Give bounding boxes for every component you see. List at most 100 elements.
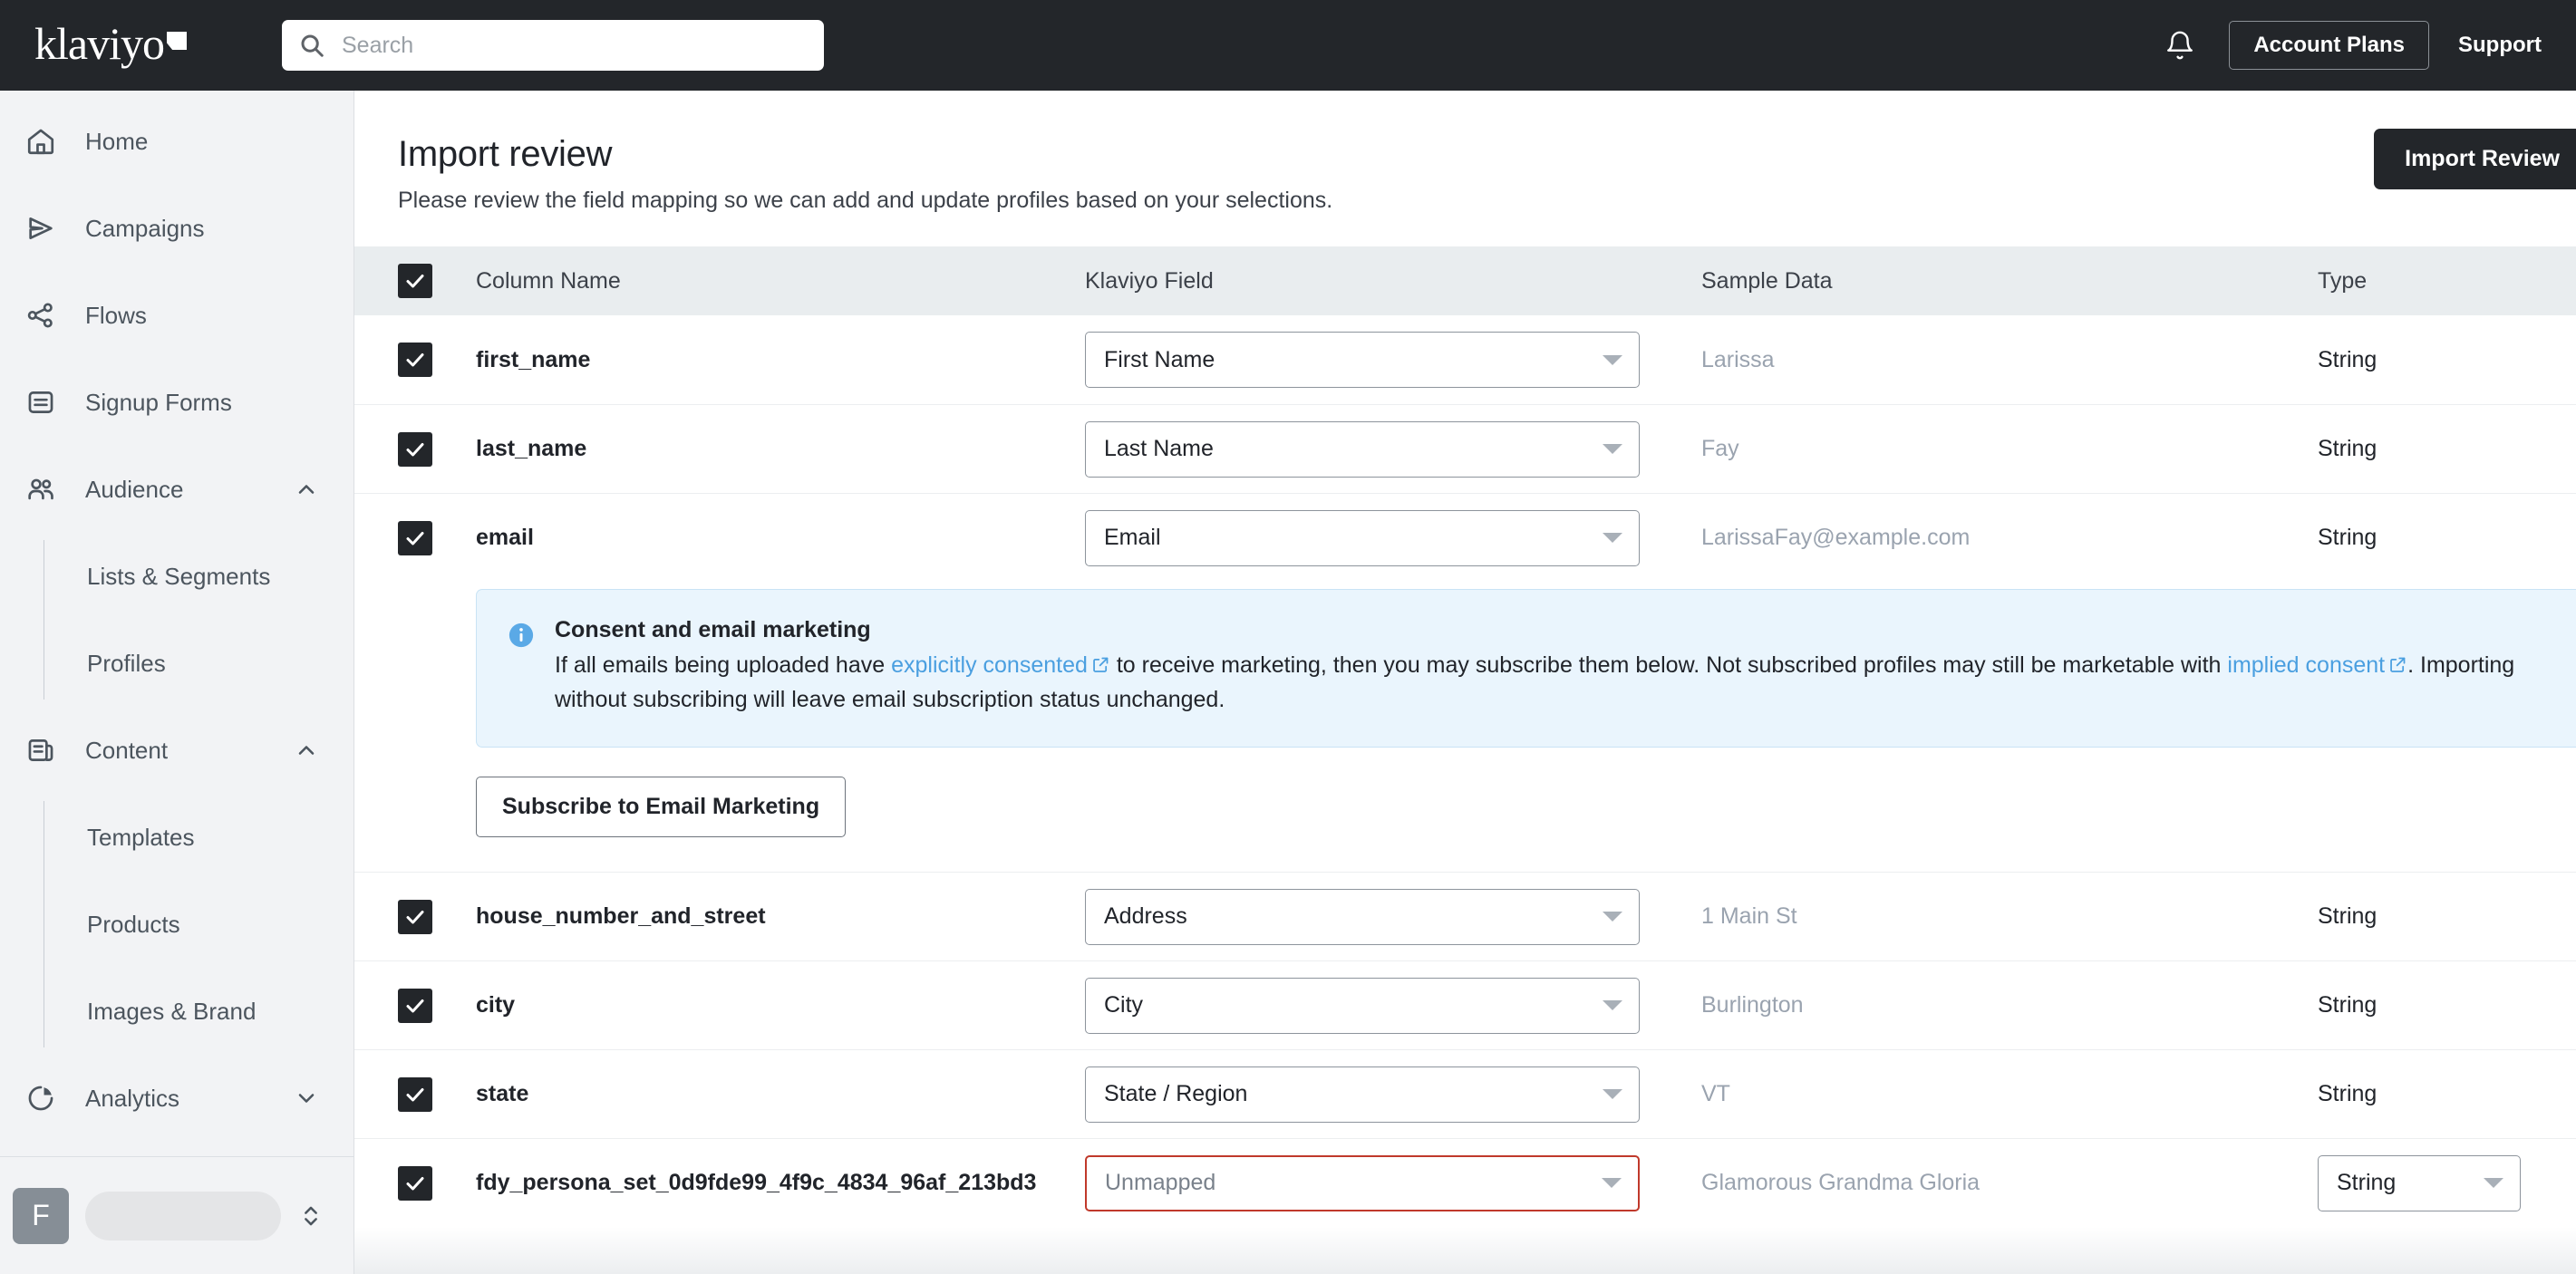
column-header-sample-data[interactable]: Sample Data [1701,268,2318,294]
external-link-icon[interactable] [1091,651,1110,684]
row-sample-data: LarissaFay@example.com [1701,525,1971,550]
row-checkbox-cell [398,431,476,467]
account-switcher[interactable]: F [0,1156,353,1274]
support-link[interactable]: Support [2458,33,2542,58]
home-icon [25,126,67,157]
row-klaviyo-field-cell: Unmapped [1085,1154,1701,1211]
sidebar-nav: Home Campaigns Flows Signup Forms Audien… [0,91,353,1156]
row-column-name: house_number_and_street [476,903,766,929]
row-checkbox[interactable] [398,899,432,934]
pie-chart-icon [25,1083,67,1114]
row-checkbox[interactable] [398,431,432,467]
klaviyo-field-select[interactable]: Last Name [1085,420,1640,478]
row-checkbox[interactable] [398,988,432,1023]
consent-banner-text: If all emails being uploaded have explic… [555,650,2531,716]
sidebar-item-images-brand[interactable]: Images & Brand [0,968,353,1055]
sidebar-item-label: Home [85,127,149,155]
sidebar-item-analytics[interactable]: Analytics [0,1055,353,1142]
table-row: fdy_persona_set_0d9fde99_4f9c_4834_96af_… [354,1138,2576,1227]
row-klaviyo-field-cell: First Name [1085,332,1701,388]
page-header: Import review Please review the field ma… [354,91,2576,214]
chevron-up-icon[interactable] [294,738,319,763]
row-column-name: state [476,1081,529,1106]
sidebar-item-lists-segments[interactable]: Lists & Segments [0,533,353,620]
row-sample-data: Larissa [1701,346,1775,372]
import-review-button[interactable]: Import Review [2374,129,2576,189]
klaviyo-field-value: Email [1104,525,1161,550]
sidebar-item-content[interactable]: Content [0,707,353,794]
klaviyo-field-value: Last Name [1104,436,1214,461]
sidebar-item-campaigns[interactable]: Campaigns [0,185,353,272]
sidebar-item-flows[interactable]: Flows [0,272,353,359]
consent-banner-title: Consent and email marketing [555,617,871,642]
row-type: String [2318,346,2377,372]
row-type: String [2318,525,2377,550]
sidebar-subitem-label: Images & Brand [87,997,257,1025]
sidebar-item-home[interactable]: Home [0,98,353,185]
row-sample-data: 1 Main St [1701,903,1797,929]
account-plans-button[interactable]: Account Plans [2229,21,2430,70]
chevron-down-icon [1603,1089,1622,1099]
row-checkbox[interactable] [398,1165,432,1201]
column-header-type[interactable]: Type [2318,268,2576,294]
row-checkbox-cell [398,1165,476,1201]
chevron-down-icon[interactable] [294,1086,319,1111]
content-icon [25,735,67,766]
row-column-name: first_name [476,346,591,372]
consent-text-1: If all emails being uploaded have [555,652,892,678]
account-name-placeholder [85,1191,281,1240]
sidebar: Home Campaigns Flows Signup Forms Audien… [0,91,354,1274]
sidebar-item-profiles[interactable]: Profiles [0,620,353,707]
account-switcher-chevron-icon[interactable] [297,1201,324,1231]
notifications-bell-icon[interactable] [2160,25,2200,65]
row-sample-data: VT [1701,1081,1730,1106]
row-sample-data: Glamorous Grandma Gloria [1701,1170,1980,1195]
klaviyo-field-select[interactable]: City [1085,977,1640,1034]
row-column-name: email [476,525,534,550]
klaviyo-logo[interactable]: klaviyo [20,18,230,69]
search-bar[interactable] [282,20,824,71]
form-icon [25,387,67,418]
logo-text: klaviyo [34,18,165,69]
explicitly-consented-link[interactable]: explicitly consented [891,652,1088,678]
sidebar-item-signup-forms[interactable]: Signup Forms [0,359,353,446]
row-checkbox[interactable] [398,343,432,377]
sidebar-subnav-audience: Lists & Segments Profiles [0,533,353,707]
row-column-name: city [476,992,516,1018]
type-select[interactable]: String [2318,1154,2521,1211]
sidebar-item-label: Analytics [85,1084,180,1112]
sidebar-item-label: Content [85,736,169,764]
row-type: String [2318,1081,2377,1106]
row-checkbox[interactable] [398,1076,432,1112]
select-all-checkbox[interactable] [398,264,432,298]
klaviyo-field-select[interactable]: First Name [1085,332,1640,388]
consent-banner: Consent and email marketing If all email… [476,589,2576,748]
sidebar-subitem-label: Profiles [87,649,166,677]
row-type: String [2318,992,2377,1018]
sidebar-item-products[interactable]: Products [0,881,353,968]
external-link-icon[interactable] [2388,651,2407,684]
sidebar-item-templates[interactable]: Templates [0,794,353,881]
row-checkbox[interactable] [398,520,432,555]
implied-consent-link[interactable]: implied consent [2227,652,2385,678]
sidebar-item-label: Campaigns [85,214,205,242]
chevron-up-icon[interactable] [294,477,319,502]
column-header-column-name[interactable]: Column Name [476,268,1085,294]
sidebar-item-label: Flows [85,301,147,329]
klaviyo-field-select[interactable]: State / Region [1085,1066,1640,1123]
search-input[interactable] [342,32,808,59]
sidebar-item-audience[interactable]: Audience [0,446,353,533]
klaviyo-field-select[interactable]: Address [1085,888,1640,945]
klaviyo-field-value: Unmapped [1105,1170,1216,1195]
topbar-actions: Account Plans Support [2160,21,2542,70]
sidebar-item-label: Audience [85,475,184,503]
row-klaviyo-field-cell: Email [1085,509,1701,566]
app-root: klaviyo Account Plans Support [0,0,2576,1274]
table-row: house_number_and_street Address 1 Main S… [354,872,2576,960]
column-header-klaviyo-field[interactable]: Klaviyo Field [1085,268,1701,294]
row-type: String [2318,436,2377,461]
subscribe-to-email-marketing-button[interactable]: Subscribe to Email Marketing [476,777,847,837]
klaviyo-field-select[interactable]: Email [1085,509,1640,566]
chevron-down-icon [1603,533,1622,543]
klaviyo-field-select[interactable]: Unmapped [1085,1154,1640,1211]
